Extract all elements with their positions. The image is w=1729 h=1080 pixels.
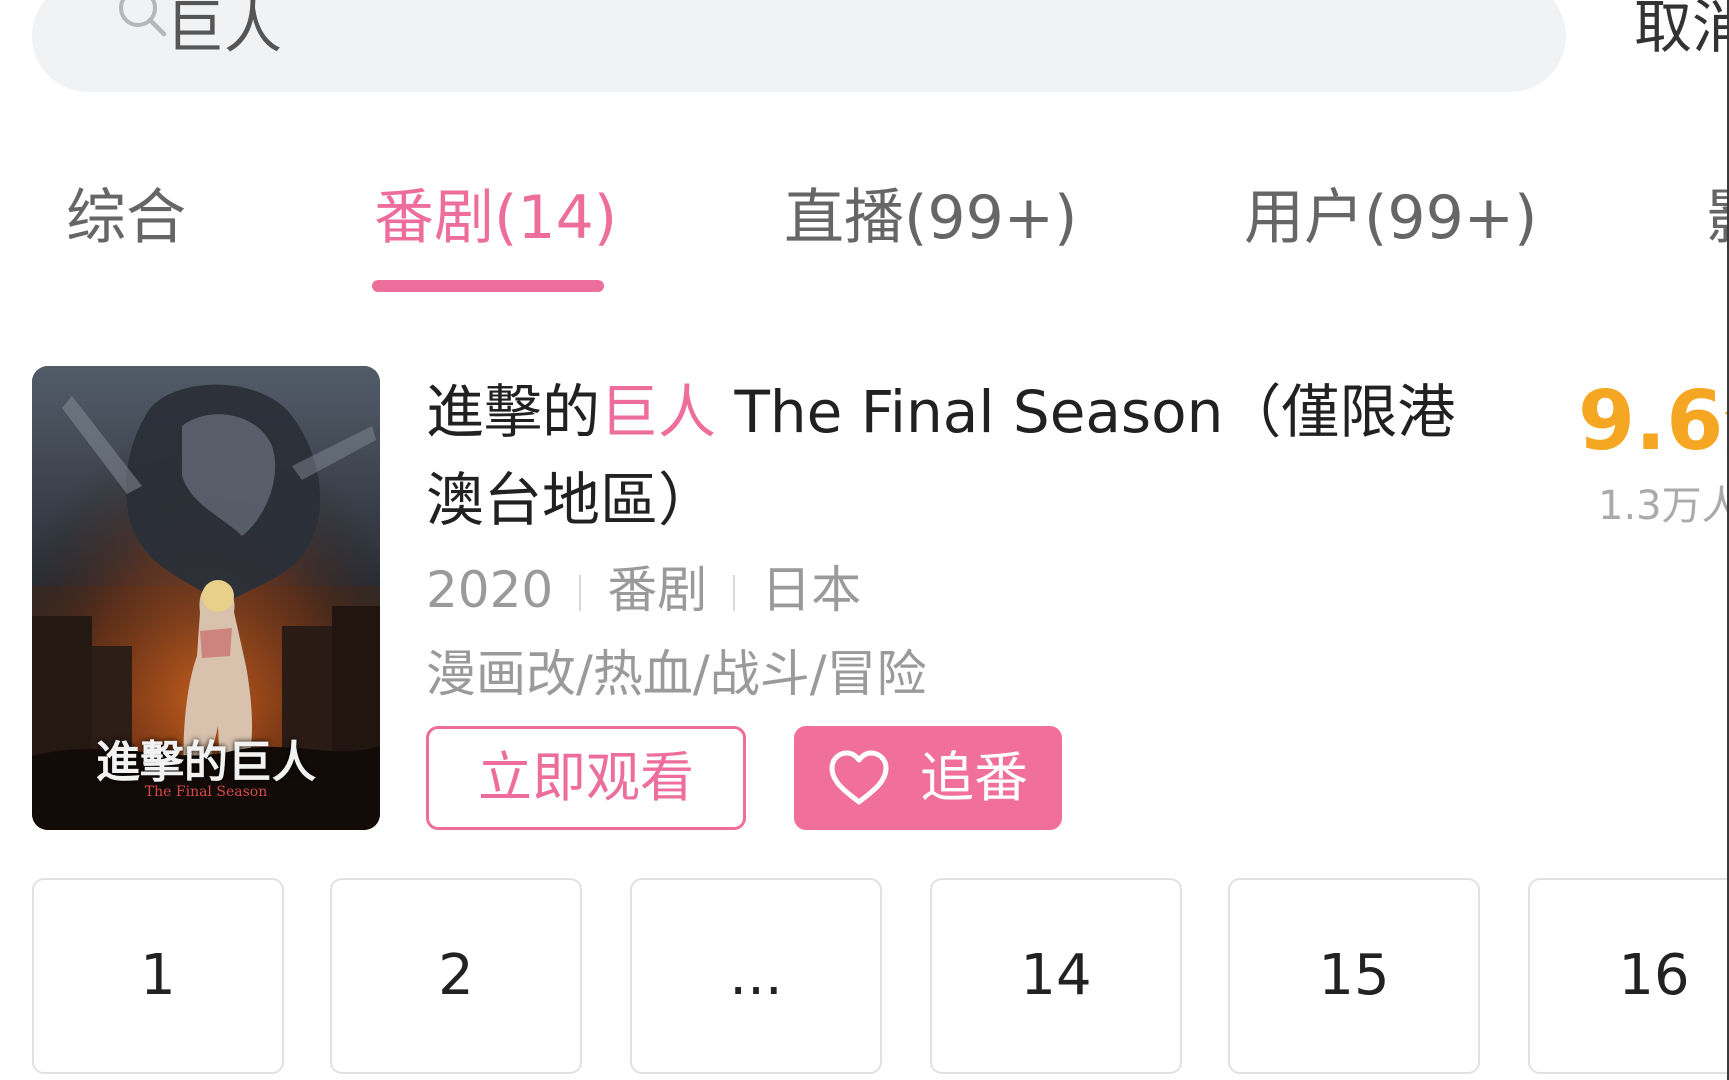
follow-button[interactable]: 追番 (794, 726, 1062, 830)
meta-region: 日本 (761, 561, 862, 619)
tab-users[interactable]: 用户(99+) (1244, 178, 1537, 258)
cancel-button[interactable]: 取消 (1634, 0, 1729, 70)
tab-movies[interactable]: 影视 (1706, 178, 1729, 258)
tab-live[interactable]: 直播(99+) (784, 178, 1077, 258)
result-tags: 漫画改/热血/战斗/冒险 (426, 645, 927, 703)
search-input[interactable] (166, 0, 966, 70)
tab-anime[interactable]: 番剧(14) (374, 178, 617, 258)
heart-icon (829, 750, 889, 805)
episode-button-more[interactable]: ... (630, 878, 882, 1074)
anime-poster[interactable]: 進擊的巨人 The Final Season (32, 366, 380, 830)
result-title[interactable]: 進擊的巨人 The Final Season（僅限港澳台地區） (426, 368, 1466, 544)
title-highlight: 巨人 (600, 378, 717, 446)
meta-type: 番剧 (607, 561, 708, 619)
poster-subtitle: The Final Season (144, 784, 268, 800)
meta-divider (579, 575, 582, 611)
tab-all[interactable]: 综合 (66, 178, 186, 258)
episode-button-2[interactable]: 2 (330, 878, 582, 1074)
episode-button-1[interactable]: 1 (32, 878, 284, 1074)
score-count: 1.3万人 (1598, 483, 1729, 529)
meta-divider (733, 575, 736, 611)
title-prefix: 進擊的 (426, 378, 601, 446)
score-value: 9.6分 (1578, 374, 1729, 469)
watch-now-button[interactable]: 立即观看 (426, 726, 746, 830)
meta-year: 2020 (426, 561, 554, 619)
poster-logo: 進擊的巨人 (96, 737, 316, 788)
active-tab-indicator (372, 280, 604, 292)
result-meta: 2020 番剧 日本 (426, 556, 861, 624)
episode-button-15[interactable]: 15 (1228, 878, 1480, 1074)
episode-button-16[interactable]: 16 (1528, 878, 1729, 1074)
search-icon (119, 0, 167, 37)
episode-button-14[interactable]: 14 (930, 878, 1182, 1074)
follow-label: 追番 (920, 746, 1028, 809)
search-results-page: 取消 综合 番剧(14) 直播(99+) 用户(99+) 影视 (0, 0, 1729, 1080)
